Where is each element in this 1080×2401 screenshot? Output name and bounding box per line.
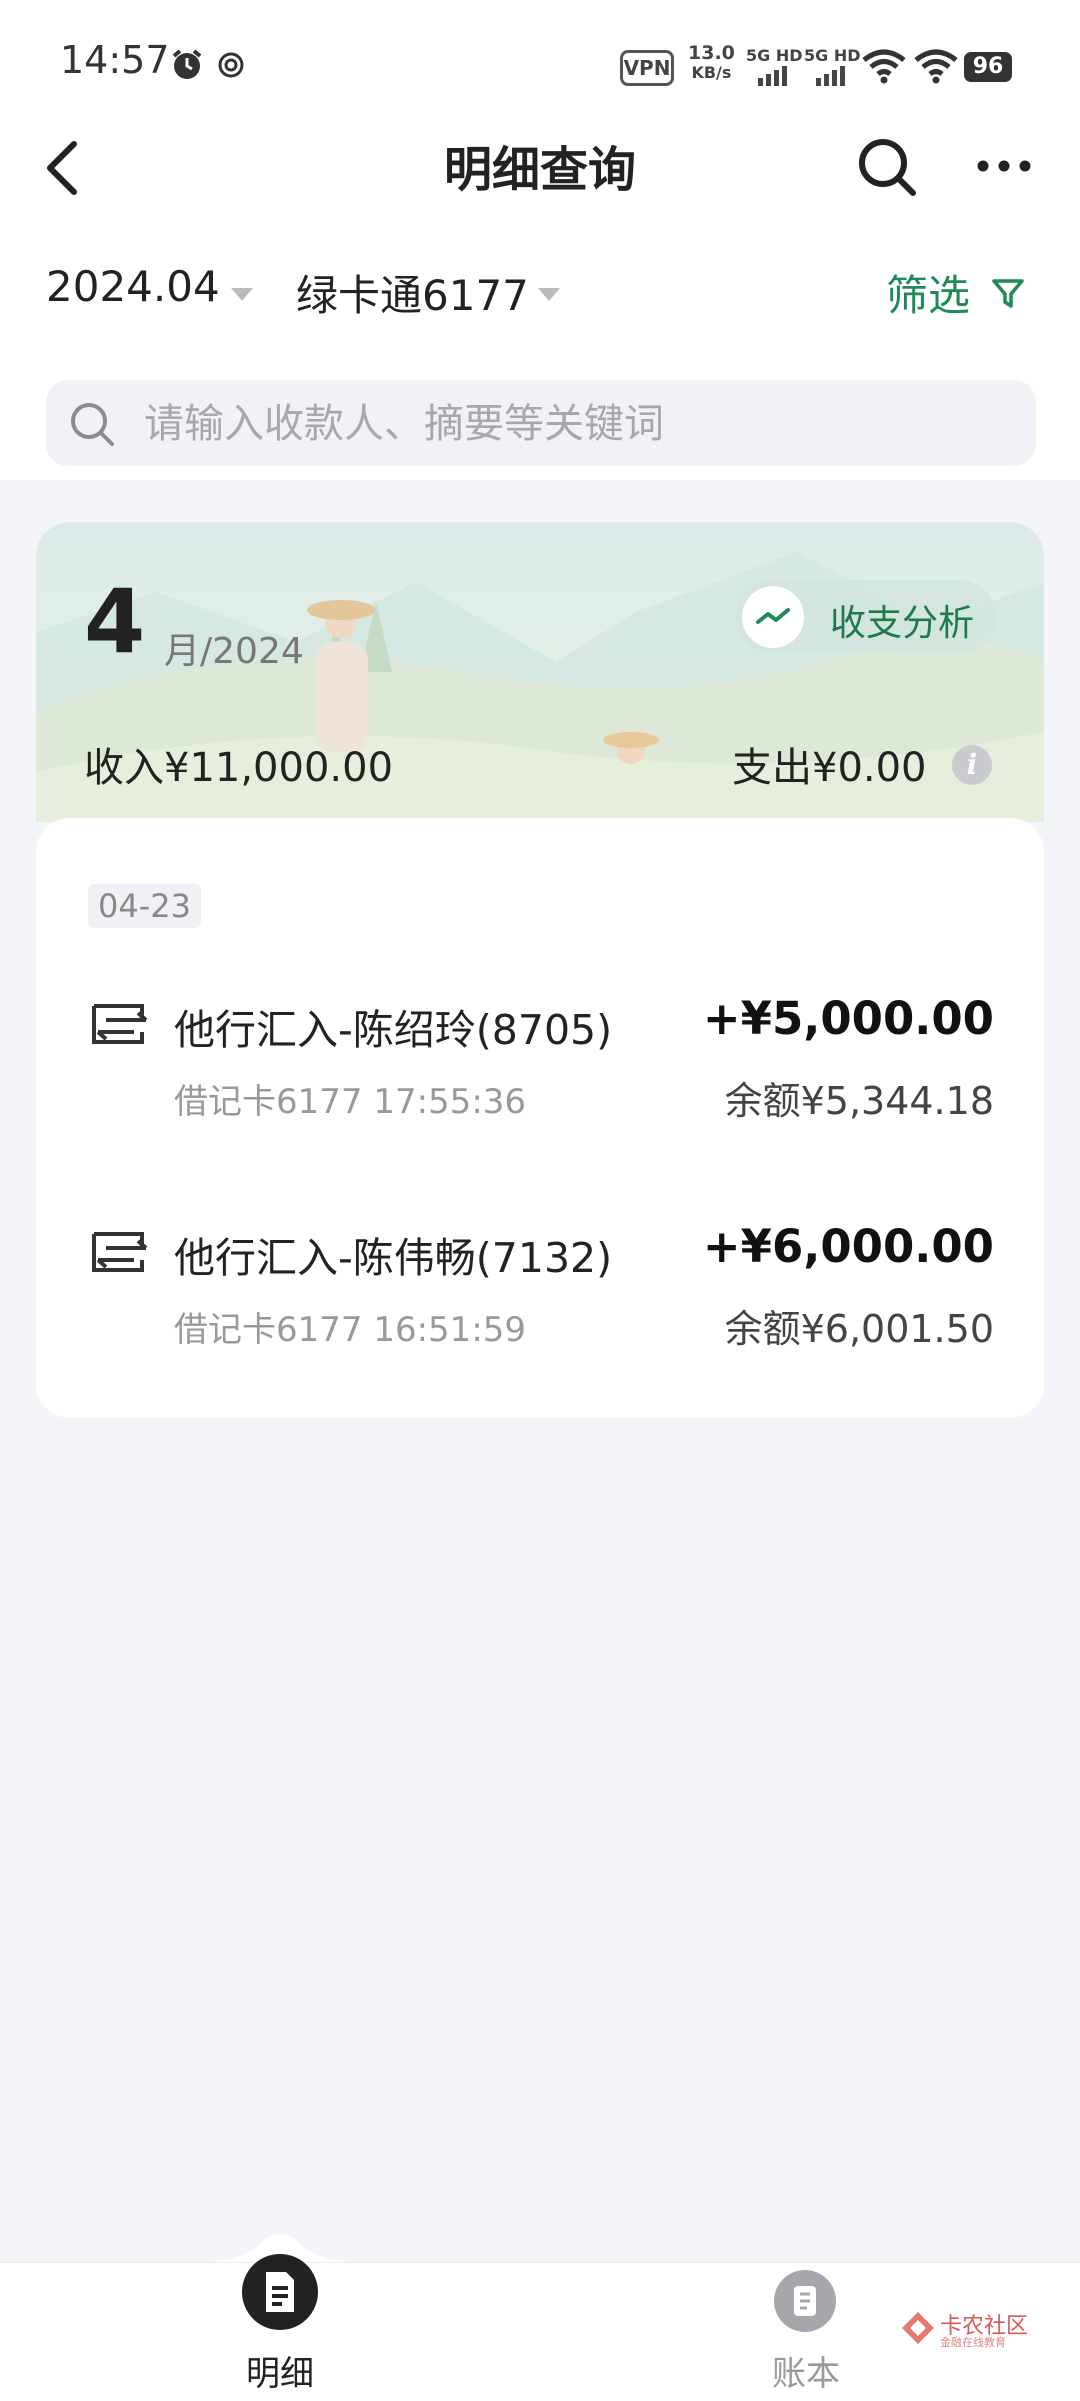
trend-icon: [742, 586, 804, 648]
status-time: 14:57: [60, 38, 170, 82]
battery-level: 96: [964, 52, 1012, 82]
search-bar[interactable]: [46, 380, 1036, 468]
ledger-icon: [774, 2270, 836, 2332]
wifi-2-icon: [914, 49, 958, 84]
transaction-row[interactable]: 他行汇入-陈绍玲(8705) 借记卡6177 17:55:36 +¥5,000.…: [36, 960, 1044, 1140]
card-dropdown-icon[interactable]: [538, 288, 560, 301]
transfer-icon: [92, 1232, 148, 1272]
vpn-badge: VPN: [620, 50, 674, 86]
transaction-amount: +¥6,000.00: [702, 1220, 994, 1273]
transaction-row[interactable]: 他行汇入-陈伟畅(7132) 借记卡6177 16:51:59 +¥6,000.…: [36, 1188, 1044, 1368]
alarm-icon: [172, 49, 202, 79]
info-icon[interactable]: i: [952, 745, 992, 785]
transaction-title: 他行汇入-陈伟畅(7132): [174, 1234, 613, 1282]
transaction-subtitle: 借记卡6177 17:55:36: [174, 1082, 527, 1122]
transaction-balance: 余额¥6,001.50: [724, 1307, 994, 1351]
search-icon[interactable]: [856, 136, 918, 198]
income-expense-analysis-button[interactable]: 收支分析: [736, 580, 996, 654]
date-group-badge: 04-23: [88, 884, 201, 928]
card-selector[interactable]: 绿卡通6177: [296, 262, 529, 323]
transaction-amount: +¥5,000.00: [702, 992, 994, 1045]
network-type-1: 5G HD: [746, 46, 803, 65]
network-speed-unit: KB/s: [691, 63, 732, 82]
network-speed: 13.0 KB/s: [688, 42, 735, 83]
page-title: 明细查询: [443, 142, 636, 198]
more-options-icon[interactable]: [976, 158, 1032, 174]
search-input[interactable]: [142, 380, 1006, 468]
filter-label: 筛选: [886, 271, 971, 320]
transaction-subtitle: 借记卡6177 16:51:59: [174, 1310, 527, 1350]
watermark-subtext: 金融在线教育: [940, 2336, 1006, 2349]
focus-mode-icon: [218, 52, 244, 78]
watermark-icon: [902, 2312, 934, 2344]
details-document-icon: [242, 2254, 318, 2330]
signal-bars-2-icon: [816, 66, 845, 86]
month-selector[interactable]: 2024.04: [46, 262, 220, 311]
network-speed-value: 13.0: [688, 42, 735, 64]
tab-ledger-label: 账本: [772, 2354, 840, 2394]
wifi-icon: [862, 49, 906, 84]
network-type-2: 5G HD: [804, 46, 861, 65]
filter-button[interactable]: 筛选: [886, 262, 970, 323]
tab-details[interactable]: 明细: [230, 2250, 330, 2396]
expense-total: 支出¥0.00: [732, 745, 927, 791]
month-dropdown-icon[interactable]: [231, 288, 253, 301]
filter-funnel-icon[interactable]: [990, 276, 1026, 312]
card-selector-label: 绿卡通6177: [296, 271, 529, 320]
tab-ledger[interactable]: 账本: [756, 2250, 856, 2396]
summary-month-number: 4: [84, 570, 146, 673]
search-field-icon: [71, 403, 114, 446]
transaction-title: 他行汇入-陈绍玲(8705): [174, 1006, 613, 1054]
tab-details-label: 明细: [246, 2354, 314, 2394]
income-total: 收入¥11,000.00: [84, 745, 394, 791]
transfer-icon: [92, 1004, 148, 1044]
summary-month-year: 月/2024: [164, 631, 304, 672]
analysis-label: 收支分析: [830, 603, 975, 644]
month-selector-label: 2024.04: [46, 262, 220, 311]
transaction-balance: 余额¥5,344.18: [724, 1079, 994, 1123]
signal-bars-icon: [758, 66, 787, 86]
